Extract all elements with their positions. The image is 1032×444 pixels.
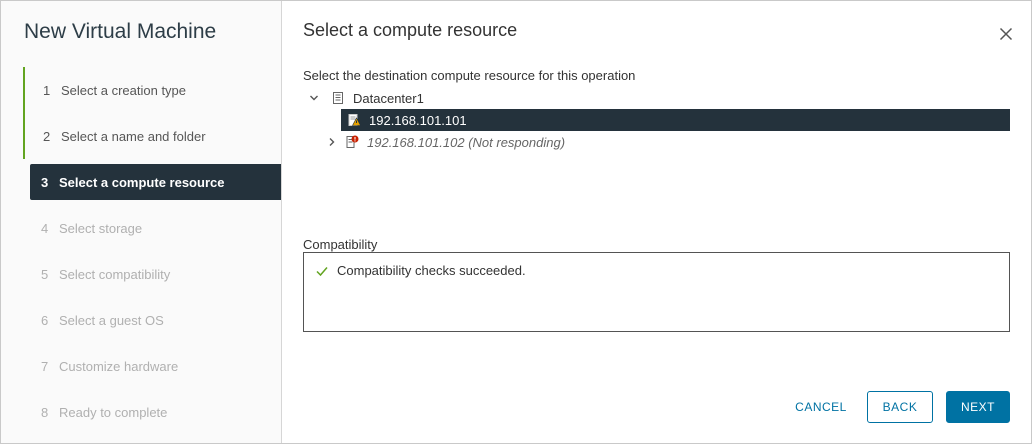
wizard-step-ready-to-complete: 8 Ready to complete <box>23 389 281 435</box>
compatibility-panel: Compatibility checks succeeded. <box>303 252 1010 332</box>
wizard-step-guest-os: 6 Select a guest OS <box>23 297 281 343</box>
step-label: Select a creation type <box>61 82 187 98</box>
wizard-title: New Virtual Machine <box>24 20 217 43</box>
step-number: 6 <box>41 312 49 328</box>
step-number: 8 <box>41 404 49 420</box>
step-label: Select compatibility <box>59 266 171 282</box>
check-icon <box>316 266 328 276</box>
compute-resource-tree: Datacenter1 192.168.101.101 192.168.101.… <box>303 87 1010 153</box>
compatibility-label: Compatibility <box>303 237 378 252</box>
cancel-button[interactable]: CANCEL <box>779 391 863 423</box>
close-icon <box>999 27 1013 41</box>
step-number: 2 <box>43 128 51 144</box>
step-label: Select a compute resource <box>59 174 225 190</box>
instruction-text: Select the destination compute resource … <box>303 68 636 83</box>
wizard-content: Select a compute resource Select the des… <box>283 1 1031 443</box>
tree-toggle[interactable] <box>325 135 339 149</box>
wizard-step-creation-type[interactable]: 1 Select a creation type <box>23 67 281 113</box>
datacenter-icon <box>333 92 343 104</box>
step-label: Select storage <box>59 220 143 236</box>
tree-node-label: 192.168.101.101 <box>369 112 467 128</box>
wizard-sidebar: New Virtual Machine 1 Select a creation … <box>1 1 282 443</box>
wizard-step-storage: 4 Select storage <box>23 205 281 251</box>
wizard-step-customize-hardware: 7 Customize hardware <box>23 343 281 389</box>
tree-node-label: 192.168.101.102 (Not responding) <box>367 134 566 150</box>
host-warning-icon <box>348 114 361 126</box>
step-number: 7 <box>41 358 49 374</box>
wizard-step-compute-resource[interactable]: 3 Select a compute resource <box>30 164 281 200</box>
new-vm-dialog: New Virtual Machine 1 Select a creation … <box>0 0 1032 444</box>
next-button[interactable]: NEXT <box>946 391 1010 423</box>
wizard-steps: 1 Select a creation type 2 Select a name… <box>23 67 281 435</box>
step-label: Customize hardware <box>59 358 179 374</box>
wizard-step-compatibility: 5 Select compatibility <box>23 251 281 297</box>
step-number: 5 <box>41 266 49 282</box>
chevron-right-icon <box>329 138 335 146</box>
tree-node-host-not-responding[interactable]: 192.168.101.102 (Not responding) <box>303 131 1010 153</box>
wizard-step-name-folder[interactable]: 2 Select a name and folder <box>23 113 281 159</box>
page-title: Select a compute resource <box>303 20 518 40</box>
tree-node-host-selected[interactable]: 192.168.101.101 <box>341 109 1010 131</box>
back-button[interactable]: BACK <box>867 391 933 423</box>
chevron-down-icon <box>310 95 318 101</box>
compatibility-message-text: Compatibility checks succeeded. <box>337 263 526 278</box>
step-label: Select a name and folder <box>61 128 206 144</box>
compatibility-message: Compatibility checks succeeded. <box>315 263 526 278</box>
step-number: 1 <box>43 82 51 98</box>
tree-node-label: Datacenter1 <box>353 90 424 106</box>
step-label: Ready to complete <box>59 404 168 420</box>
step-number: 3 <box>41 174 49 190</box>
tree-toggle[interactable] <box>307 91 321 105</box>
host-error-icon <box>346 135 359 148</box>
step-label: Select a guest OS <box>59 312 164 328</box>
tree-node-datacenter[interactable]: Datacenter1 <box>303 87 1010 109</box>
step-number: 4 <box>41 220 49 236</box>
close-button[interactable] <box>999 27 1013 41</box>
